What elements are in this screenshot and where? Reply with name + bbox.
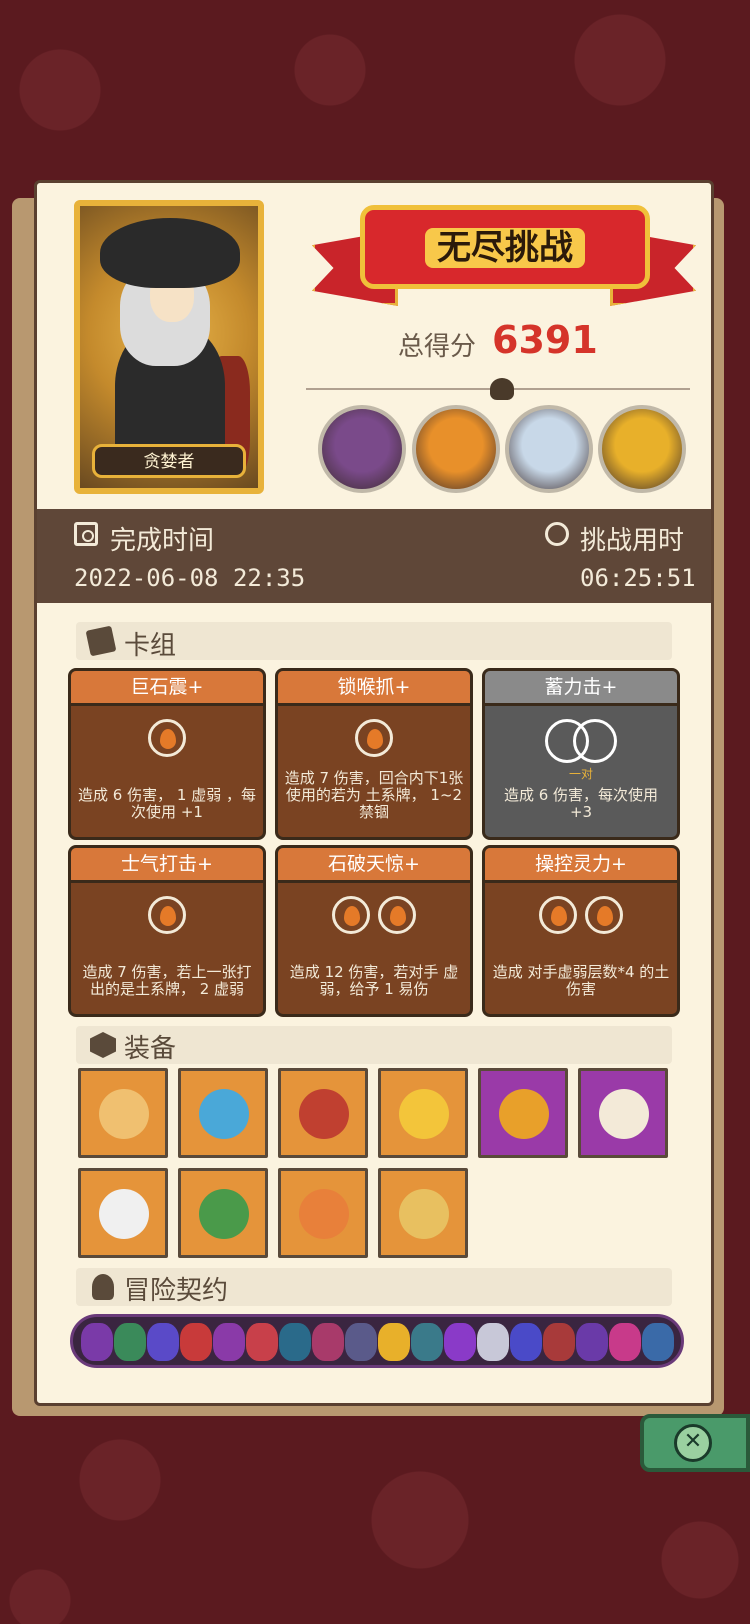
contract-icon [246,1323,278,1361]
card[interactable]: 蓄力击+ 一对造成 6 伤害，每次使用 +3 [482,668,680,840]
challenge-time-label: 挑战用时 [580,526,685,556]
boss-stone-golem-avatar[interactable] [318,405,406,493]
card-description: 造成 7 伤害，回合内下1张使用的若为 土系牌， 1~2 禁锢 [284,769,464,821]
orange-cube-icon [299,1189,349,1239]
white-claws-icon [599,1089,649,1139]
contract-icon [213,1323,245,1361]
card-title: 士气打击+ [71,848,263,883]
equipment-slot[interactable] [578,1068,668,1158]
card-title: 石破天惊+ [278,848,470,883]
energy-orb-icon [378,896,416,934]
green-stone-icon [199,1189,249,1239]
card-cost [71,719,263,761]
contract-icon [510,1323,542,1361]
contract-title: 冒险契约 [124,1276,229,1306]
contract-icon [609,1323,641,1361]
golden-crown-icon [399,1089,449,1139]
equipment-slot[interactable] [178,1068,268,1158]
contract-strip[interactable] [70,1314,684,1368]
blue-shield-icon [199,1089,249,1139]
close-icon[interactable]: ✕ [674,1424,712,1462]
contract-icon [180,1323,212,1361]
energy-orb-icon [585,896,623,934]
deck-title: 卡组 [124,631,177,661]
contract-icon [411,1323,443,1361]
card-title: 操控灵力+ [485,848,677,883]
card-cost [278,896,470,938]
score-label: 总得分 [398,332,477,362]
contract-icon [543,1323,575,1361]
challenge-time-value: 06:25:51 [580,564,696,592]
card-title: 蓄力击+ [485,671,677,706]
complete-time-label: 完成时间 [110,526,215,556]
energy-orb-icon [148,896,186,934]
calendar-icon [74,522,98,546]
boss-lion-king-avatar[interactable] [412,405,500,493]
card-description: 造成 12 伤害，若对手 虚弱，给予 1 易伤 [289,963,459,998]
coin-bag-icon [99,1089,149,1139]
contract-icon [312,1323,344,1361]
card-cost [278,719,470,761]
gold-ring-icon [399,1189,449,1239]
card-title: 锁喉抓+ [278,671,470,706]
card-description: 造成 6 伤害，每次使用 +3 [503,786,659,821]
card[interactable]: 石破天惊+ 造成 12 伤害，若对手 虚弱，给予 1 易伤 [275,845,473,1017]
equipment-slot[interactable] [378,1068,468,1158]
card-cost [71,896,263,938]
card-description: 造成 7 伤害，若上一张打出的是土系牌， 2 虚弱 [82,963,252,998]
card-description: 造成 6 伤害， 1 虚弱 ，每次使用 +1 [78,786,256,821]
cards-icon [85,625,117,657]
card-description: 造成 对手虚弱层数*4 的土伤害 [492,963,670,998]
complete-time-value: 2022-06-08 22:35 [74,564,306,592]
equipment-slot[interactable] [278,1168,368,1258]
contract-icon [81,1323,113,1361]
contract-icon [114,1323,146,1361]
person-icon [92,1274,114,1300]
character-portrait[interactable]: 贪婪者 [74,200,264,494]
orb-note: 一对 [568,767,593,781]
character-hat [100,218,240,288]
equipment-slot[interactable] [378,1168,468,1258]
energy-orb-icon [148,719,186,757]
contract-icon [147,1323,179,1361]
card-cost: 一对 [485,719,677,782]
card-title: 巨石震+ [71,671,263,706]
equipment-slot[interactable] [78,1068,168,1158]
stopwatch-icon [545,522,569,546]
boss-sun-pumpkin-avatar[interactable] [598,405,686,493]
contract-icon [444,1323,476,1361]
skull-icon [490,378,514,400]
energy-orb-icon [573,719,617,763]
card[interactable]: 锁喉抓+ 造成 7 伤害，回合内下1张使用的若为 土系牌， 1~2 禁锢 [275,668,473,840]
contract-icon [378,1323,410,1361]
card[interactable]: 士气打击+ 造成 7 伤害，若上一张打出的是土系牌， 2 虚弱 [68,845,266,1017]
contract-icon [345,1323,377,1361]
contract-icon [642,1323,674,1361]
energy-orb-icon [355,719,393,757]
contract-icon [576,1323,608,1361]
equipment-slot[interactable] [78,1168,168,1258]
card[interactable]: 操控灵力+ 造成 对手虚弱层数*4 的土伤害 [482,845,680,1017]
character-name: 贪婪者 [92,444,246,478]
card[interactable]: 巨石震+ 造成 6 伤害， 1 虚弱 ，每次使用 +1 [68,668,266,840]
energy-orb-icon [332,896,370,934]
mode-title: 无尽挑战 [360,220,650,269]
meat-leg-icon [299,1089,349,1139]
equipment-title: 装备 [124,1034,177,1064]
contract-icon [279,1323,311,1361]
contract-icon [477,1323,509,1361]
equipment-slot[interactable] [278,1068,368,1158]
jeweled-bowl-icon [499,1089,549,1139]
boss-white-beast-avatar[interactable] [505,405,593,493]
score-value: 6391 [492,318,598,362]
card-cost [485,896,677,938]
white-dice-icon [99,1189,149,1239]
energy-orb-icon [539,896,577,934]
equipment-slot[interactable] [478,1068,568,1158]
equipment-slot[interactable] [178,1168,268,1258]
